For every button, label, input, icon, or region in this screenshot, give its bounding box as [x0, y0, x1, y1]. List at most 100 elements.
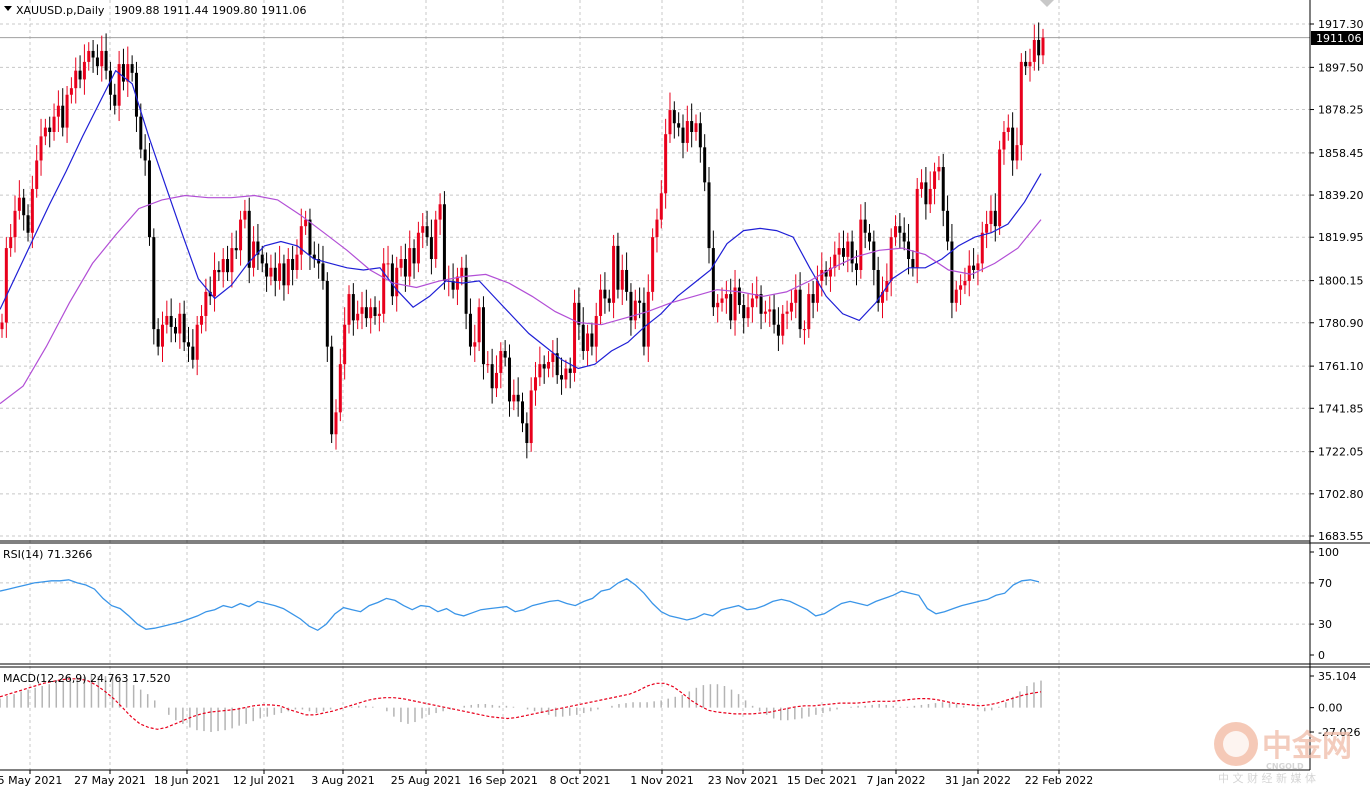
- candle-body: [655, 219, 659, 238]
- candle-body: [772, 309, 776, 325]
- candle-body: [547, 361, 551, 369]
- candle-body: [321, 263, 325, 281]
- candle-body: [815, 280, 819, 303]
- candle-body: [707, 182, 711, 249]
- candle-body: [703, 147, 707, 183]
- candle-body: [642, 302, 646, 347]
- candle-body: [560, 375, 564, 380]
- rsi-tick-label: 70: [1318, 577, 1332, 590]
- time-tick-label: 7 Jan 2022: [867, 774, 926, 787]
- candle-body: [742, 305, 746, 319]
- candle-body: [924, 182, 928, 205]
- candle-body: [169, 315, 173, 327]
- candle-body: [638, 300, 642, 303]
- candle-body: [117, 64, 121, 106]
- candle-body: [868, 232, 871, 242]
- candle-body: [499, 351, 503, 373]
- candle-body: [204, 291, 208, 316]
- candle-body: [551, 353, 555, 362]
- candle-body: [659, 193, 663, 220]
- candle-body: [1024, 61, 1028, 67]
- candle-body: [481, 307, 485, 365]
- candle-body: [356, 313, 360, 321]
- candle-body: [859, 219, 863, 270]
- candle-body: [330, 346, 334, 435]
- candle-body: [672, 110, 676, 124]
- time-tick-label: 15 Dec 2021: [787, 774, 857, 787]
- candle-body: [946, 210, 950, 242]
- candle-body: [56, 105, 60, 117]
- candle-body: [217, 269, 221, 273]
- time-tick-label: 18 Jun 2021: [154, 774, 220, 787]
- candle-body: [4, 248, 8, 323]
- candle-body: [468, 313, 472, 347]
- candle-body: [1032, 39, 1036, 62]
- candle-body: [820, 269, 824, 281]
- candle-body: [91, 50, 95, 58]
- candle-body: [325, 280, 329, 347]
- rsi-title: RSI(14) 71.3266: [3, 548, 92, 561]
- candle-body: [165, 315, 169, 325]
- candle-body: [625, 269, 629, 292]
- candle-body: [664, 134, 668, 194]
- candle-body: [525, 423, 529, 444]
- candle-body: [599, 289, 603, 316]
- candle-body: [22, 197, 26, 216]
- macd-tick-label: 35.104: [1318, 670, 1357, 683]
- candle-body: [438, 204, 442, 220]
- candle-body: [17, 197, 21, 211]
- candle-body: [985, 223, 989, 233]
- candle-body: [768, 309, 772, 312]
- candle-body: [577, 302, 581, 325]
- candle-body: [82, 61, 86, 80]
- candle-body: [490, 364, 494, 389]
- candle-body: [607, 298, 611, 303]
- candle-body: [698, 123, 702, 148]
- candle-body: [724, 294, 728, 299]
- candle-body: [308, 219, 312, 255]
- macd-title: MACD(12,26,9) 24.763 17.520: [3, 672, 171, 685]
- candle-body: [399, 259, 403, 268]
- candle-body: [252, 241, 256, 268]
- candle-body: [121, 64, 125, 82]
- candle-body: [343, 324, 347, 365]
- candle-body: [612, 245, 616, 303]
- candle-body: [143, 149, 147, 161]
- candle-body: [304, 219, 308, 227]
- candle-body: [152, 237, 156, 330]
- candle-body: [902, 232, 906, 242]
- candle-body: [460, 267, 464, 277]
- candle-body: [837, 248, 841, 255]
- candle-body: [234, 248, 238, 251]
- candle-body: [26, 215, 30, 233]
- price-tick-label: 1917.30: [1318, 18, 1364, 31]
- candle-body: [694, 123, 698, 132]
- candle-body: [295, 254, 299, 270]
- candle-body: [716, 302, 720, 308]
- candle-body: [998, 149, 1002, 227]
- symbol-label: XAUUSD.p,Daily: [16, 4, 105, 17]
- candle-body: [260, 254, 264, 264]
- candle-body: [139, 116, 143, 150]
- candle-body: [928, 188, 932, 205]
- macd-tick-label: 0.00: [1318, 702, 1343, 715]
- candle-body: [802, 329, 806, 331]
- price-tick-label: 1819.95: [1318, 231, 1364, 244]
- rsi-tick-label: 0: [1318, 649, 1325, 662]
- trading-chart[interactable]: 1917.30 1897.50 1878.25 1858.45 1839.20 1819.…: [0, 0, 1370, 793]
- candle-body: [130, 64, 134, 73]
- candle-body: [980, 232, 984, 264]
- time-tick-label: 1 Nov 2021: [630, 774, 693, 787]
- candle-body: [230, 248, 234, 273]
- symbol-header: XAUUSD.p,Daily 1909.88 1911.44 1909.80 1…: [4, 4, 306, 17]
- candle-body: [174, 326, 177, 334]
- candle-body: [291, 259, 295, 270]
- price-tick-label: 1683.55: [1318, 530, 1364, 543]
- candle-body: [759, 294, 763, 314]
- candle-body: [395, 267, 399, 297]
- candle-body: [972, 265, 976, 270]
- candle-body: [889, 237, 893, 281]
- candle-body: [737, 287, 741, 306]
- candle-body: [811, 294, 815, 303]
- candle-body: [590, 333, 594, 347]
